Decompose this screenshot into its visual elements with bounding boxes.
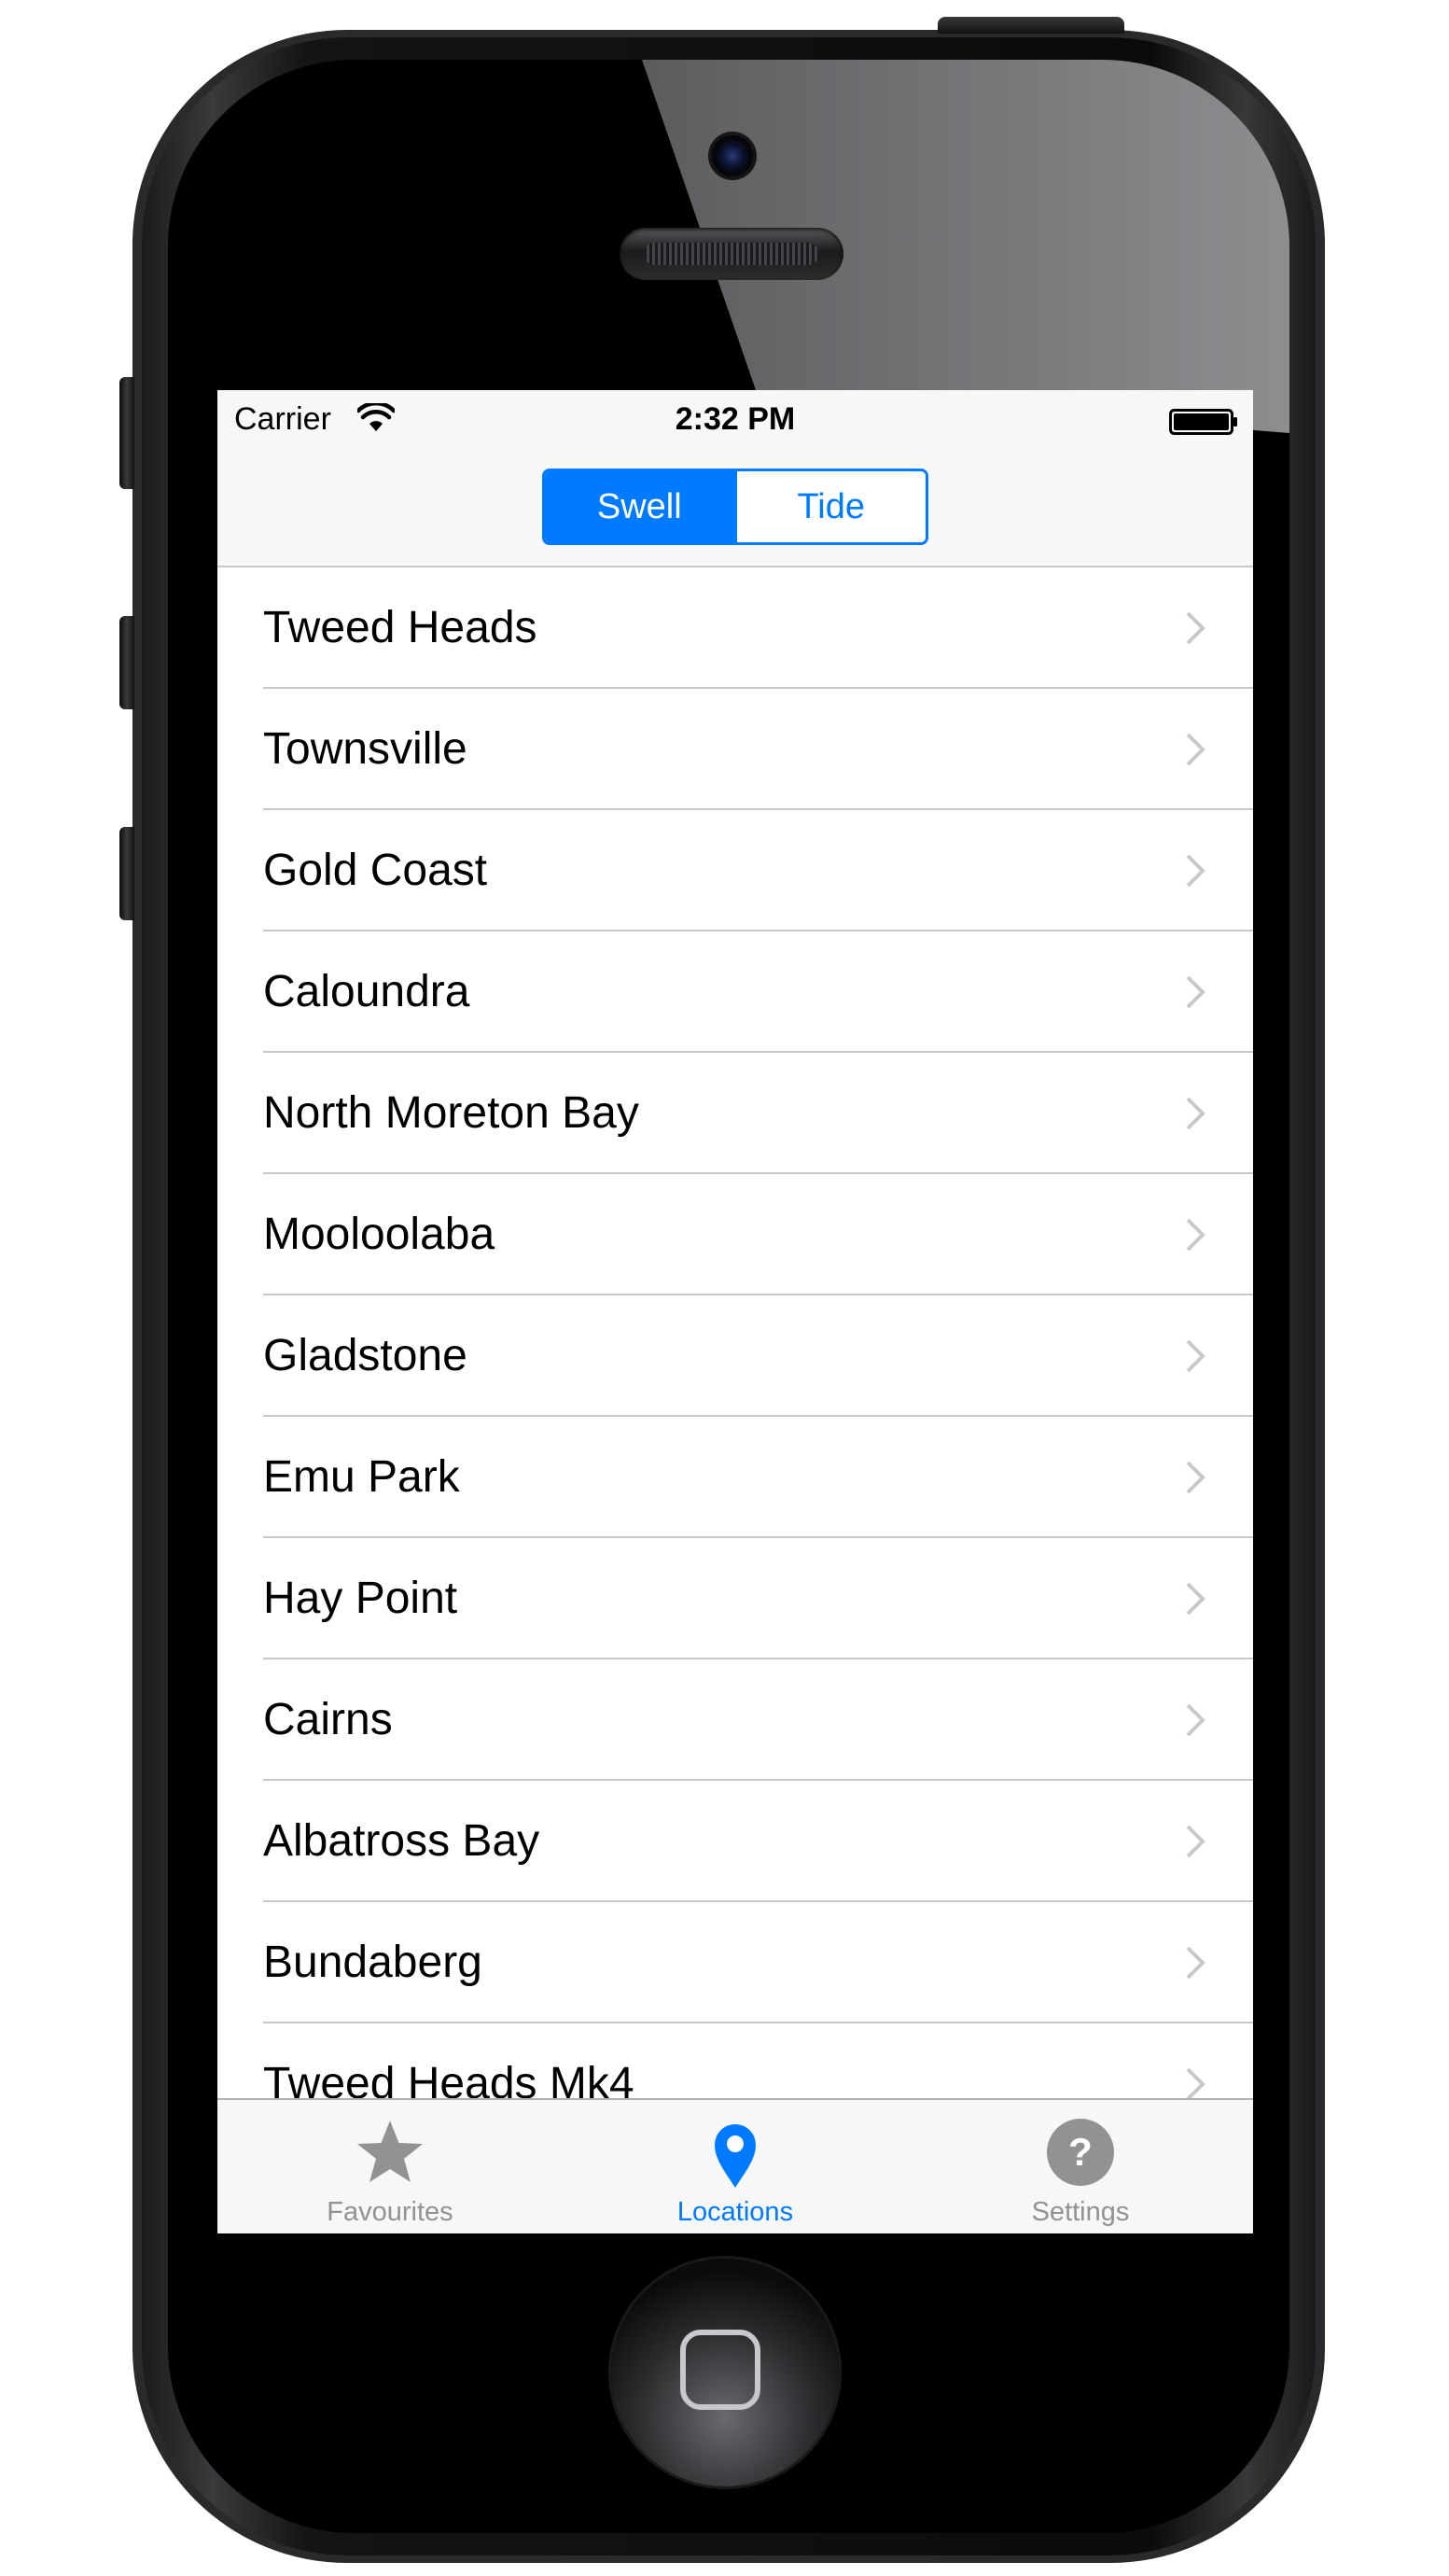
segment-tide[interactable]: Tide: [733, 471, 926, 542]
chevron-right-icon: [1186, 1097, 1205, 1130]
earpiece-speaker: [620, 228, 843, 280]
list-item[interactable]: Townsville: [217, 689, 1253, 810]
location-label: Albatross Bay: [263, 1816, 540, 1866]
list-item[interactable]: Emu Park: [217, 1417, 1253, 1538]
device-mockup: Carrier 2:32 PM Swell Tide Tweed Heads T…: [0, 0, 1449, 2576]
location-label: Bundaberg: [263, 1938, 482, 1987]
location-label: Caloundra: [263, 967, 470, 1016]
chevron-right-icon: [1186, 1582, 1205, 1616]
chevron-right-icon: [1186, 1339, 1205, 1373]
chevron-right-icon: [1186, 1218, 1205, 1252]
app-screen: Carrier 2:32 PM Swell Tide Tweed Heads T…: [217, 390, 1253, 2233]
list-item[interactable]: Cairns: [217, 1659, 1253, 1781]
location-label: Gladstone: [263, 1331, 467, 1380]
list-item[interactable]: Caloundra: [217, 931, 1253, 1053]
list-item[interactable]: Albatross Bay: [217, 1781, 1253, 1902]
power-button: [938, 17, 1124, 34]
locations-list[interactable]: Tweed Heads Townsville Gold Coast Caloun…: [217, 567, 1253, 2098]
tab-bar: Favourites Locations ? Settings: [217, 2098, 1253, 2233]
list-item[interactable]: Tweed Heads: [217, 567, 1253, 689]
battery-icon: [1169, 409, 1237, 435]
tab-settings[interactable]: ? Settings: [908, 2100, 1253, 2233]
front-camera: [711, 134, 754, 177]
chevron-right-icon: [1186, 975, 1205, 1009]
chevron-right-icon: [1186, 854, 1205, 888]
location-label: Hay Point: [263, 1574, 458, 1623]
tab-label: Locations: [676, 2197, 794, 2227]
svg-text:?: ?: [1068, 2130, 1093, 2174]
swell-tide-segmented-control: Swell Tide: [542, 469, 928, 545]
tab-label: Favourites: [327, 2197, 453, 2227]
chevron-right-icon: [1186, 1946, 1205, 1980]
star-icon: [357, 2121, 423, 2182]
location-label: Emu Park: [263, 1452, 460, 1502]
chevron-right-icon: [1186, 1825, 1205, 1858]
location-label: Mooloolaba: [263, 1210, 495, 1259]
location-label: Cairns: [263, 1695, 393, 1744]
list-item[interactable]: Gold Coast: [217, 810, 1253, 931]
tab-label: Settings: [1031, 2197, 1130, 2227]
status-bar: Carrier 2:32 PM: [217, 390, 1253, 450]
chevron-right-icon: [1186, 2067, 1205, 2098]
list-item[interactable]: Mooloolaba: [217, 1174, 1253, 1295]
location-label: Tweed Heads Mk4: [263, 2059, 634, 2098]
list-item[interactable]: North Moreton Bay: [217, 1053, 1253, 1174]
chevron-right-icon: [1186, 733, 1205, 766]
home-button-icon: [680, 2330, 760, 2410]
volume-up-button: [119, 616, 134, 709]
location-label: Gold Coast: [263, 846, 488, 895]
chevron-right-icon: [1186, 1461, 1205, 1494]
list-item[interactable]: Hay Point: [217, 1538, 1253, 1659]
chevron-right-icon: [1186, 611, 1205, 645]
location-label: North Moreton Bay: [263, 1088, 639, 1138]
mute-switch: [119, 377, 134, 489]
list-item[interactable]: Gladstone: [217, 1295, 1253, 1417]
list-item[interactable]: Tweed Heads Mk4: [217, 2023, 1253, 2098]
navigation-bar: Swell Tide: [217, 450, 1253, 567]
segment-swell[interactable]: Swell: [545, 471, 734, 542]
status-time: 2:32 PM: [675, 401, 796, 437]
location-label: Townsville: [263, 724, 467, 774]
tab-favourites[interactable]: Favourites: [217, 2100, 563, 2233]
chevron-right-icon: [1186, 1703, 1205, 1737]
tab-locations[interactable]: Locations: [563, 2100, 908, 2233]
location-pin-icon: [715, 2124, 756, 2188]
location-label: Tweed Heads: [263, 603, 537, 652]
list-item[interactable]: Bundaberg: [217, 1902, 1253, 2023]
volume-down-button: [119, 827, 134, 920]
question-mark-icon: ?: [1047, 2119, 1114, 2186]
